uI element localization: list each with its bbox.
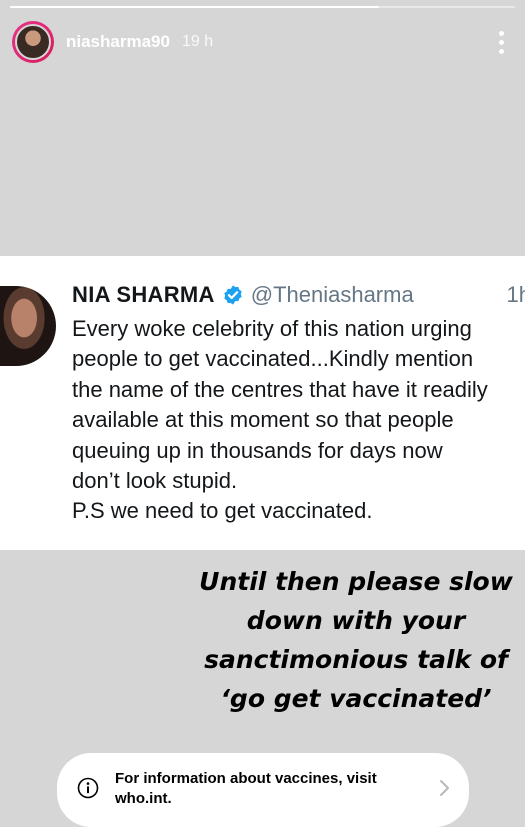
profile-avatar[interactable]: [12, 21, 54, 63]
story-caption: Until then please slow down with your sa…: [191, 562, 521, 718]
tweet-line: people to get vaccinated...Kindly mentio…: [72, 346, 474, 372]
caption-line: ‘go get vaccinated’: [220, 684, 492, 713]
tweet-line: available at this moment so that people: [72, 407, 454, 433]
tweet-header: NIA SHARMA @Theniasharma 1h: [72, 282, 525, 308]
tweet-card: NIA SHARMA @Theniasharma 1h Every woke c…: [0, 256, 525, 550]
caption-line: sanctimonious talk of: [204, 645, 508, 674]
story-username[interactable]: niasharma90: [66, 32, 170, 52]
story-progress-fill: [10, 6, 379, 8]
tweet-line: the name of the centres that have it rea…: [72, 376, 488, 402]
story-timestamp: 19 h: [181, 33, 214, 50]
story-header: niasharma90 19 h: [12, 20, 513, 64]
tweet-line: queuing up in thousands for days now: [72, 437, 443, 463]
tweet-time: 1h: [506, 282, 525, 307]
tweet-line: P.S we need to get vaccinated.: [72, 498, 373, 524]
tweet-avatar: [0, 286, 56, 366]
tweet-handle: @Theniasharma: [250, 282, 414, 307]
tweet-author-name: NIA SHARMA: [72, 282, 215, 307]
chevron-right-icon[interactable]: [439, 779, 451, 797]
caption-line: down with your: [246, 606, 466, 635]
avatar-image: [15, 24, 51, 60]
tweet-text: Every woke celebrity of this nation urgi…: [72, 314, 525, 527]
vaccine-info-banner[interactable]: For information about vaccines, visit wh…: [57, 753, 469, 827]
info-banner-text: For information about vaccines, visit wh…: [115, 770, 377, 807]
tweet-line: Every woke celebrity of this nation urgi…: [72, 316, 472, 341]
more-options-icon[interactable]: [489, 27, 513, 57]
story-progress-bar: [10, 6, 515, 8]
tweet-line: don’t look stupid.: [72, 468, 238, 494]
info-icon: [77, 777, 99, 799]
verified-badge-icon: [224, 285, 242, 305]
caption-line: Until then please slow: [199, 567, 513, 596]
